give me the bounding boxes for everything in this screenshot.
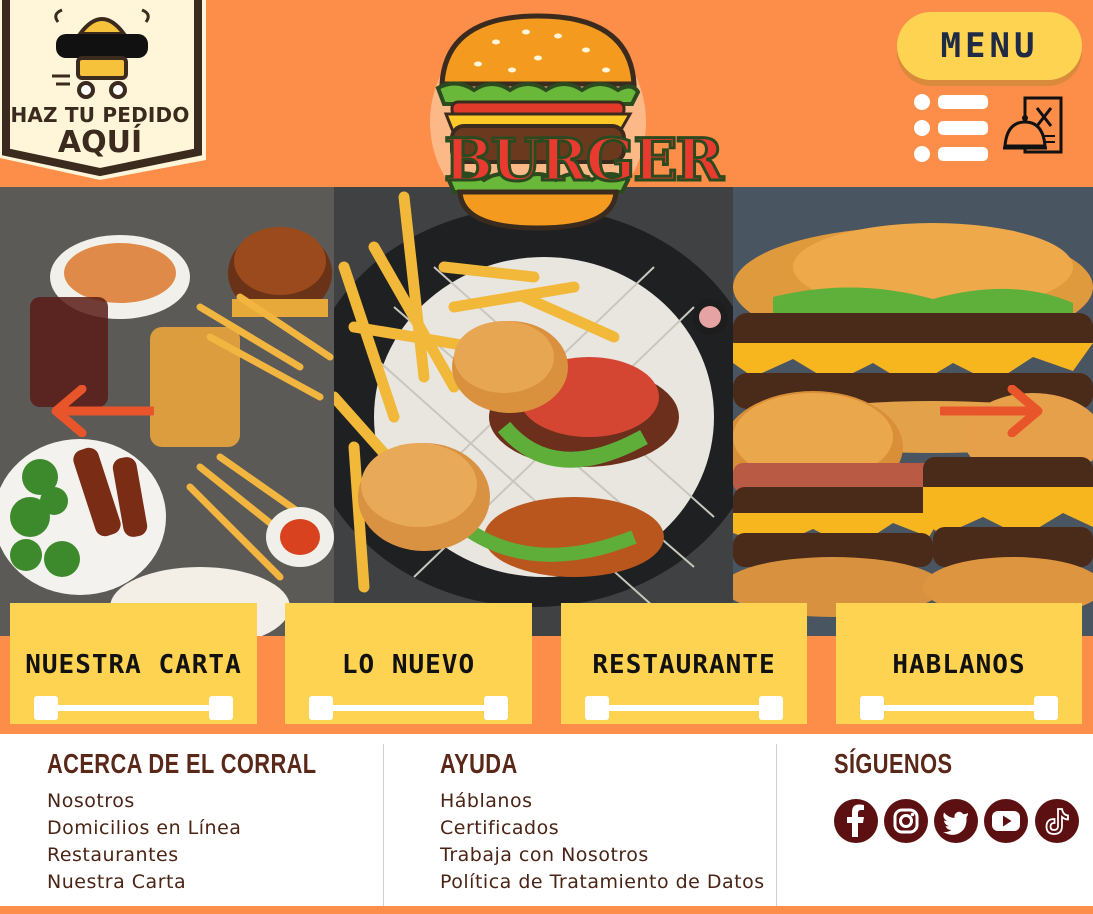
menu-button[interactable]: MENU	[897, 12, 1082, 80]
carousel-slide-2[interactable]	[334, 187, 733, 636]
footer: ACERCA DE EL CORRAL Nosotros Domicilios …	[0, 734, 1093, 906]
footer-link-nosotros[interactable]: Nosotros	[47, 790, 393, 812]
card-restaurante[interactable]: RESTAURANTE	[561, 603, 807, 724]
footer-link-nuestra-carta[interactable]: Nuestra Carta	[47, 871, 393, 893]
order-line-2: AQUÍ	[57, 125, 143, 160]
footer-help-heading: AYUDA	[440, 748, 518, 779]
card-slider	[34, 696, 233, 720]
order-here-badge[interactable]: HAZ TU PEDIDO AQUÍ	[0, 0, 206, 180]
footer-bottom-bar	[0, 906, 1093, 914]
youtube-icon[interactable]	[984, 799, 1028, 843]
carousel-prev-arrow[interactable]	[48, 384, 157, 438]
footer-about-heading: ACERCA DE EL CORRAL	[47, 748, 317, 779]
footer-link-hablanos[interactable]: Háblanos	[440, 790, 765, 812]
footer-about-column: ACERCA DE EL CORRAL Nosotros Domicilios …	[47, 748, 393, 893]
carousel-next-arrow[interactable]	[937, 384, 1046, 438]
footer-link-domicilios[interactable]: Domicilios en Línea	[47, 817, 393, 839]
footer-link-restaurantes[interactable]: Restaurantes	[47, 844, 393, 866]
footer-link-trabaja[interactable]: Trabaja con Nosotros	[440, 844, 765, 866]
card-title: LO NUEVO	[341, 650, 476, 680]
footer-link-politica[interactable]: Política de Tratamiento de Datos	[440, 871, 765, 893]
instagram-icon[interactable]	[884, 799, 928, 843]
footer-divider	[776, 744, 777, 906]
card-slider	[585, 696, 783, 720]
footer-help-column: AYUDA Háblanos Certificados Trabaja con …	[440, 748, 765, 893]
card-slider	[860, 696, 1058, 720]
footer-divider	[383, 744, 384, 906]
burger-fries-basket-photo	[334, 187, 733, 636]
tiktok-icon[interactable]	[1035, 799, 1079, 843]
card-title: NUESTRA CARTA	[25, 650, 242, 680]
footer-follow-column: SÍGUENOS	[834, 748, 986, 780]
burger-logo[interactable]: BURGER	[426, 8, 726, 236]
order-line-1: HAZ TU PEDIDO	[10, 103, 190, 127]
card-title: RESTAURANTE	[592, 650, 776, 680]
menu-card-icon[interactable]	[1003, 96, 1065, 156]
footer-link-certificados[interactable]: Certificados	[440, 817, 765, 839]
twitter-icon[interactable]	[934, 799, 978, 843]
list-menu-icon[interactable]	[914, 93, 990, 163]
logo-wordmark: BURGER	[443, 125, 726, 196]
card-slider	[309, 696, 508, 720]
footer-follow-heading: SÍGUENOS	[834, 748, 953, 779]
card-hablanos[interactable]: HABLANOS	[836, 603, 1082, 724]
card-lo-nuevo[interactable]: LO NUEVO	[285, 603, 532, 724]
card-nuestra-carta[interactable]: NUESTRA CARTA	[10, 603, 257, 724]
card-title: HABLANOS	[892, 650, 1026, 680]
facebook-icon[interactable]	[834, 799, 878, 843]
